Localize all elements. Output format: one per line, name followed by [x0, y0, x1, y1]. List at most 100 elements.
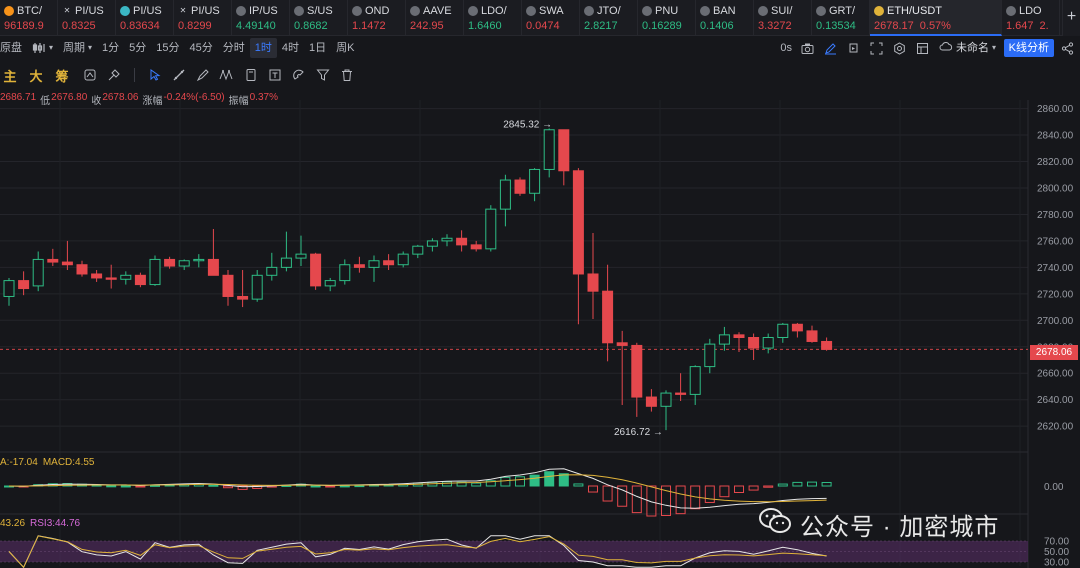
line-tool-icon[interactable] — [167, 65, 191, 85]
ticker-symbol: LDO/ — [481, 5, 507, 17]
price-axis-label: 2660.00 — [1037, 369, 1074, 380]
macd-histogram-bar — [748, 485, 759, 491]
rsi-axis-label: 50.00 — [1044, 547, 1069, 558]
candle-body — [251, 274, 263, 300]
macd-histogram-bar — [208, 484, 219, 487]
ticker-tab[interactable]: ✕ PI/US 0.8325 — [58, 0, 116, 36]
replay-icon[interactable] — [847, 41, 861, 55]
ticker-tab[interactable]: SWA 0.0474 — [522, 0, 580, 36]
ticker-price: 0.83634 — [120, 20, 160, 32]
macd-histogram-bar — [500, 476, 511, 487]
high-marker-label: 2845.32 → — [503, 119, 552, 130]
coin-icon — [294, 6, 304, 16]
calculator-icon[interactable] — [239, 65, 263, 85]
original-chart-toggle[interactable]: 原盘 — [0, 38, 27, 58]
candle-body — [18, 280, 30, 290]
macd-histogram-bar — [807, 481, 817, 487]
interval-5[interactable]: 1时 — [249, 38, 277, 58]
toolbar-divider — [134, 68, 135, 82]
rsi1-label: 43.26 — [0, 518, 26, 529]
layout-icon[interactable] — [916, 41, 930, 55]
ticker-symbol: OND — [365, 5, 390, 17]
magnet-icon[interactable] — [287, 65, 311, 85]
ticker-tab[interactable]: ✕ PI/US 0.8299 — [174, 0, 232, 36]
ticker-tab[interactable]: S/US 0.8682 — [290, 0, 348, 36]
candle-body — [3, 280, 15, 297]
candlestick-chart[interactable]: 2860.00 2840.00 2820.00 2800.00 2780.00 2760.… — [0, 100, 1080, 568]
ticker-price: 1.1472 — [352, 20, 386, 32]
ticker-symbol: ETH/USDT — [887, 5, 942, 17]
ticker-tab[interactable]: IP/US 4.49140 — [232, 0, 290, 36]
candle-body — [689, 366, 701, 395]
ticker-tab[interactable]: GRT/0.13534 — [812, 0, 870, 36]
chart-toolbar: 原盘 ▾ 周期 ▾ 1分 5分 15分 45分 分时 1时 4时 1日 周K 0s 未命名 ▾ K… — [0, 36, 1080, 60]
layout-name-dropdown[interactable]: 未命名 ▾ — [939, 38, 996, 58]
ticker-symbol: BAN — [713, 5, 736, 17]
interval-2[interactable]: 15分 — [151, 38, 184, 58]
add-ticker-button[interactable]: + — [1062, 0, 1080, 36]
ticker-change: 0.57% — [919, 20, 951, 32]
candle-body — [91, 273, 103, 279]
macd-histogram-bar — [471, 482, 482, 487]
trash-icon[interactable] — [335, 65, 359, 85]
candle-body — [61, 261, 73, 266]
ticker-price: 2.8217 — [584, 20, 618, 32]
ticker-tab[interactable]: BAN 0.1406 — [696, 0, 754, 36]
interval-4[interactable]: 分时 — [218, 38, 250, 58]
indicator-tab-chips[interactable]: 筹 — [52, 66, 72, 85]
ticker-tab[interactable]: SUI/3.3272 — [754, 0, 812, 36]
text-tool-icon[interactable] — [263, 65, 287, 85]
camera-icon[interactable] — [801, 41, 815, 55]
macd-dea-line — [8, 474, 827, 503]
macd-histogram-bar — [734, 485, 744, 493]
ticker-tab-active[interactable]: ETH/USDT 2678.17 0.57% — [870, 0, 1002, 36]
chart-type-icon[interactable]: ▾ — [27, 38, 58, 58]
price-axis-label: 2720.00 — [1037, 289, 1074, 300]
ticker-tab[interactable]: PI/US 0.83634 — [116, 0, 174, 36]
indicator-settings-icon[interactable] — [78, 65, 102, 85]
coin-icon — [584, 6, 594, 16]
indicator-tab-big[interactable]: 大 — [26, 66, 46, 85]
candle-body — [616, 342, 628, 346]
interval-7[interactable]: 1日 — [304, 38, 331, 58]
ticker-tab[interactable]: OND 1.1472 — [348, 0, 406, 36]
candle-body — [602, 290, 614, 344]
share-icon[interactable] — [1060, 41, 1074, 55]
ticker-tab[interactable]: LDO/1.6460 — [464, 0, 522, 36]
candle-body — [32, 258, 44, 287]
candle-body — [134, 274, 146, 286]
ticker-tab[interactable]: JTO/2.8217 — [580, 0, 638, 36]
period-dropdown[interactable]: 周期 ▾ — [58, 38, 97, 58]
candle-body — [47, 258, 59, 263]
interval-6[interactable]: 4时 — [277, 38, 304, 58]
close-icon: ✕ — [63, 6, 71, 15]
coin-icon — [468, 6, 478, 16]
interval-8[interactable]: 周K — [331, 38, 359, 58]
pattern-icon[interactable] — [215, 65, 239, 85]
interval-3[interactable]: 45分 — [185, 38, 218, 58]
coin-icon — [700, 6, 710, 16]
tools-icon[interactable] — [102, 65, 126, 85]
ticker-symbol: PI/US — [75, 5, 104, 17]
ticker-tab[interactable]: PNU 0.16289 — [638, 0, 696, 36]
candle-body — [397, 253, 409, 266]
kline-analysis-button[interactable]: K线分析 — [1003, 39, 1054, 57]
candle-body — [339, 264, 351, 282]
draw-icon[interactable] — [824, 41, 838, 55]
settings-icon[interactable] — [893, 41, 907, 55]
ticker-tab[interactable]: LDO 1.647 2. — [1002, 0, 1060, 36]
ticker-tab[interactable]: BTC/96189.9 — [0, 0, 58, 36]
indicator-tab-main[interactable]: 主 — [0, 66, 20, 85]
candle-body — [645, 396, 657, 407]
interval-0[interactable]: 1分 — [97, 38, 124, 58]
price-axis-label: 2640.00 — [1037, 395, 1074, 406]
filter-icon[interactable] — [311, 65, 335, 85]
macd-histogram-bar — [719, 485, 730, 498]
ticker-tab[interactable]: AAVE 242.95 — [406, 0, 464, 36]
cursor-icon[interactable] — [143, 65, 167, 85]
price-axis-label: 2760.00 — [1037, 236, 1074, 247]
fullscreen-icon[interactable] — [870, 41, 884, 55]
brush-icon[interactable] — [191, 65, 215, 85]
candle-body — [777, 323, 789, 338]
interval-1[interactable]: 5分 — [124, 38, 151, 58]
